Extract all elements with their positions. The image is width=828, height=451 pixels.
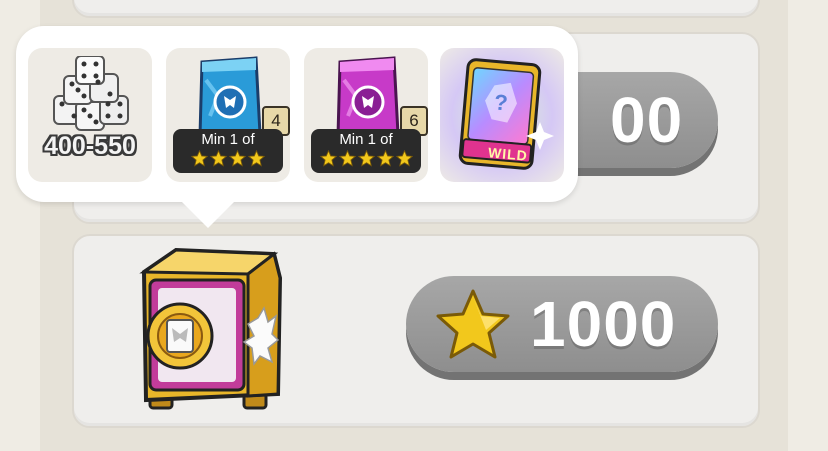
rating-star-icon <box>210 150 227 167</box>
pack-min-text: Min 1 of <box>339 131 393 148</box>
rating-star-icon <box>376 150 394 167</box>
rating-star-icon <box>338 150 356 167</box>
pack-min-label: Min 1 of <box>173 129 283 173</box>
wild-card-reward-slot: ? WILD <box>440 48 564 182</box>
price-button-2[interactable]: 1000 <box>406 276 718 372</box>
price-label-1: 00 <box>610 84 684 156</box>
pack-stars <box>173 150 283 170</box>
dice-icon <box>53 56 129 131</box>
purple-pack-reward-slot: 6 Min 1 of <box>304 48 428 182</box>
shop-row-top-partial <box>72 0 760 18</box>
gold-vault-icon[interactable] <box>136 244 286 410</box>
dice-amount-label: 400-550 <box>44 132 136 160</box>
blue-sticker-pack-icon <box>198 56 262 138</box>
rating-star-icon <box>191 150 208 167</box>
purple-sticker-pack-icon <box>336 56 400 138</box>
rating-star-icon <box>395 150 413 167</box>
pack-stars <box>311 150 421 170</box>
pack-min-label: Min 1 of <box>311 129 421 173</box>
pack-min-text: Min 1 of <box>201 131 255 148</box>
reward-tooltip: 400-550 4 Min 1 of 6 Min 1 of ? WILD <box>16 26 578 202</box>
shop-row-2: 1000 <box>72 234 760 428</box>
price-label-2: 1000 <box>530 288 677 360</box>
rating-star-icon <box>248 150 265 167</box>
rating-star-icon <box>319 150 337 167</box>
tooltip-pointer <box>176 196 240 228</box>
rating-star-icon <box>357 150 375 167</box>
blue-pack-reward-slot: 4 Min 1 of <box>166 48 290 182</box>
rating-star-icon <box>229 150 246 167</box>
dice-reward-slot: 400-550 <box>28 48 152 182</box>
star-icon <box>436 289 510 359</box>
svg-text:?: ? <box>493 90 509 116</box>
